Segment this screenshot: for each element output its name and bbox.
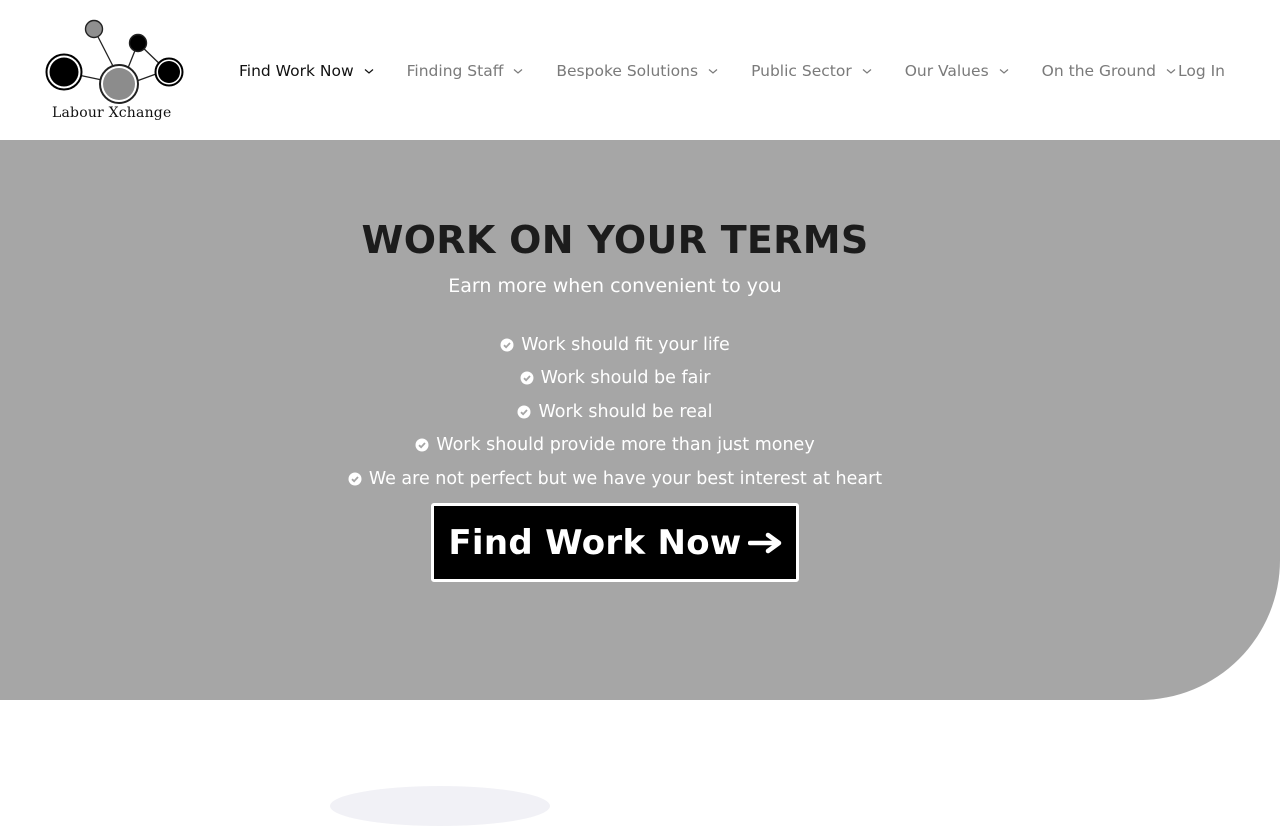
chevron-down-icon: [862, 69, 872, 74]
nav-item-label: On the Ground: [1041, 62, 1156, 80]
chevron-down-icon: [513, 69, 523, 74]
checklist-item: We are not perfect but we have your best…: [0, 462, 1230, 496]
check-circle-icon: [500, 338, 514, 352]
checklist-item-text: We are not perfect but we have your best…: [368, 468, 883, 489]
checklist-item: Work should be real: [0, 395, 1230, 429]
decorative-shape: [330, 786, 550, 826]
checklist-item: Work should provide more than just money: [0, 429, 1230, 463]
login-link[interactable]: Log In: [1178, 58, 1225, 84]
value-checklist: Work should fit your life Work should be…: [0, 328, 1230, 496]
network-nodes-logo-icon: [45, 19, 184, 104]
nav-item-public-sector[interactable]: Public Sector: [751, 58, 873, 84]
check-circle-icon: [520, 371, 534, 385]
chevron-down-icon: [999, 69, 1009, 74]
brand-logo[interactable]: Labour Xchange: [38, 14, 188, 126]
checklist-item: Work should be fair: [0, 362, 1230, 396]
nav-item-find-work-now[interactable]: Find Work Now: [239, 58, 375, 84]
brand-name: Labour Xchange: [52, 105, 172, 121]
nav-item-on-the-ground[interactable]: On the Ground: [1042, 58, 1177, 84]
hero-section: WORK ON YOUR TERMS Earn more when conven…: [0, 140, 1280, 700]
checklist-item-text: Work should be real: [538, 401, 713, 422]
hero-title: WORK ON YOUR TERMS: [361, 218, 869, 262]
site-header: Labour Xchange Find Work Now Finding Sta…: [0, 0, 1280, 140]
checklist-item-text: Work should provide more than just money: [436, 435, 815, 456]
find-work-now-button[interactable]: Find Work Now: [431, 503, 799, 582]
checklist-item-text: Work should fit your life: [521, 334, 730, 355]
check-circle-icon: [348, 472, 362, 486]
nav-item-label: Find Work Now: [239, 62, 354, 80]
nav-item-label: Our Values: [904, 62, 989, 80]
nav-item-our-values[interactable]: Our Values: [905, 58, 1010, 84]
nav-item-bespoke-solutions[interactable]: Bespoke Solutions: [556, 58, 719, 84]
arrow-right-icon: [747, 532, 781, 553]
chevron-down-icon: [1166, 69, 1176, 74]
nav-item-finding-staff[interactable]: Finding Staff: [407, 58, 525, 84]
check-circle-icon: [517, 405, 531, 419]
checklist-item-text: Work should be fair: [540, 368, 711, 389]
nav-item-label: Bespoke Solutions: [556, 62, 699, 80]
nav-item-label: Finding Staff: [406, 62, 504, 80]
nav-item-label: Public Sector: [751, 62, 852, 80]
check-circle-icon: [415, 438, 429, 452]
checklist-item: Work should fit your life: [0, 328, 1230, 362]
main-nav: Find Work Now Finding Staff Bespoke Solu…: [239, 58, 1177, 84]
chevron-down-icon: [364, 69, 374, 74]
cta-label: Find Work Now: [448, 522, 742, 563]
chevron-down-icon: [708, 69, 718, 74]
hero-subtitle: Earn more when convenient to you: [448, 275, 782, 297]
